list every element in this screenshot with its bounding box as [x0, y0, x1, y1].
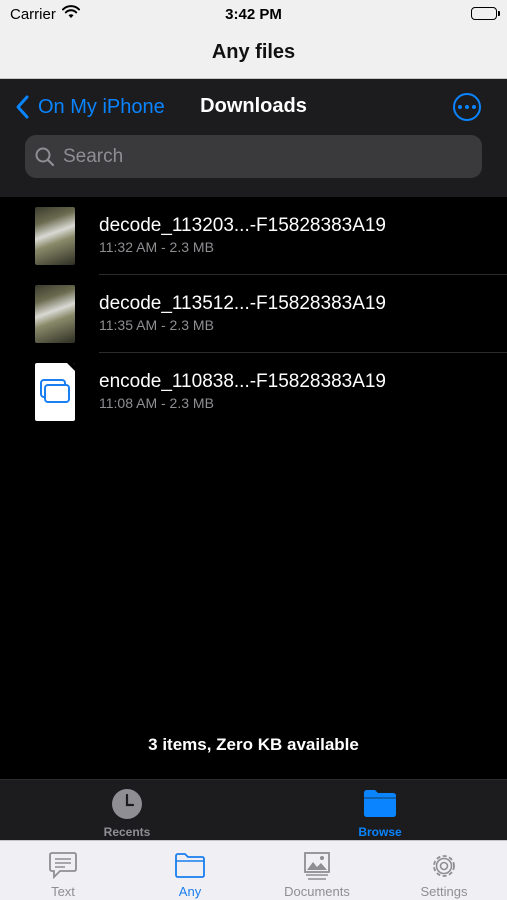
more-options-button[interactable] [453, 93, 481, 121]
document-thumbnail-icon [35, 363, 75, 421]
file-meta: 11:08 AM - 2.3 MB [99, 395, 214, 411]
tab-text[interactable]: Text [0, 841, 126, 900]
tab-browse[interactable]: Browse [253, 780, 507, 841]
image-thumbnail-icon [35, 285, 75, 343]
image-stack-icon [304, 852, 330, 880]
search-input[interactable] [63, 145, 443, 168]
tab-any-label: Any [178, 884, 202, 899]
file-name: encode_110838...-F15828383A19 [99, 371, 387, 392]
file-name: decode_113203...-F15828383A19 [99, 215, 387, 236]
file-row[interactable]: decode_113512...-F15828383A19 11:35 AM -… [0, 275, 507, 353]
tab-any[interactable]: Any [127, 841, 253, 900]
search-field[interactable] [25, 135, 482, 178]
app-tab-bar: Text Any Documents Settings [0, 840, 507, 900]
app-title: Any files [211, 41, 296, 63]
ellipsis-icon [458, 105, 462, 109]
tab-settings[interactable]: Settings [381, 841, 507, 900]
battery-icon [471, 7, 500, 20]
browser-tab-bar: Recents Browse [0, 779, 507, 840]
folder-icon [175, 853, 205, 878]
image-thumbnail-icon [35, 207, 75, 265]
chevron-left-icon [16, 95, 29, 119]
file-row[interactable]: decode_113203...-F15828383A19 11:32 AM -… [0, 197, 507, 275]
gear-icon [433, 855, 455, 877]
status-time: 3:42 PM [225, 6, 282, 23]
app-title-bar: Any files [0, 30, 507, 79]
file-meta: 11:35 AM - 2.3 MB [99, 317, 214, 333]
navigation-bar: On My iPhone Downloads [0, 79, 507, 197]
tab-documents-label: Documents [284, 884, 350, 899]
tab-documents[interactable]: Documents [254, 841, 380, 900]
tab-browse-label: Browse [358, 825, 402, 839]
storage-summary: 3 items, Zero KB available [148, 735, 359, 754]
file-list: decode_113203...-F15828383A19 11:32 AM -… [0, 197, 507, 431]
tab-recents-label: Recents [103, 825, 151, 839]
back-button-label: On My iPhone [38, 95, 165, 118]
status-bar: Carrier 3:42 PM [0, 0, 507, 30]
file-row[interactable]: encode_110838...-F15828383A19 11:08 AM -… [0, 353, 507, 431]
tab-recents[interactable]: Recents [0, 780, 254, 841]
search-icon [35, 147, 55, 166]
file-name: decode_113512...-F15828383A19 [99, 293, 387, 314]
back-button[interactable]: On My iPhone [14, 93, 165, 121]
file-meta: 11:32 AM - 2.3 MB [99, 239, 214, 255]
tab-text-label: Text [51, 884, 75, 899]
tab-settings-label: Settings [420, 884, 468, 899]
clock-icon [112, 789, 142, 819]
folder-icon [364, 790, 396, 817]
chat-bubble-icon [49, 852, 77, 879]
